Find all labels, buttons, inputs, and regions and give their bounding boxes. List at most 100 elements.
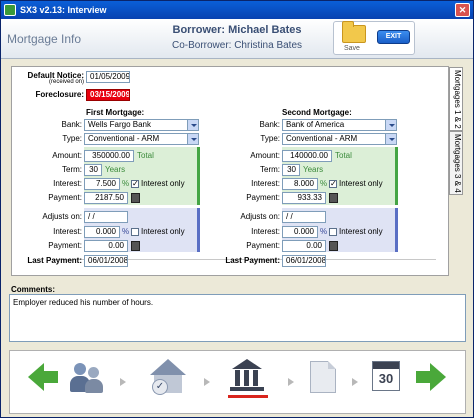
second-interest-only-checkbox[interactable]: ✓ xyxy=(329,180,337,188)
bank-column xyxy=(235,370,240,386)
comments-textarea[interactable]: Employer reduced his number of hours. xyxy=(9,294,466,342)
second-adj-payment-field[interactable]: 0.00 xyxy=(282,240,326,252)
second-interest-label: Interest: xyxy=(251,179,280,188)
second-term-field[interactable]: 30 xyxy=(282,164,300,176)
second-bank-label: Bank: xyxy=(259,120,280,129)
borrowers-icon[interactable] xyxy=(70,361,104,395)
second-amount-field[interactable]: 140000.00 xyxy=(282,150,332,162)
second-adj-percent-label: % xyxy=(320,227,328,236)
first-adjust-group-bar xyxy=(197,208,200,252)
bank-column xyxy=(244,370,249,386)
tab-mortgages-3-4[interactable]: Mortgages 3 & 4 xyxy=(449,131,463,195)
second-adj-interest-only-checkbox[interactable] xyxy=(329,228,337,236)
tab-mortgages-1-2[interactable]: Mortgages 1 & 2 xyxy=(449,67,463,131)
first-total-label: Total xyxy=(137,151,154,160)
second-years-label: Years xyxy=(303,165,324,174)
second-total-label: Total xyxy=(335,151,352,160)
calendar-header xyxy=(373,362,399,369)
second-interest-field[interactable]: 8.000 xyxy=(282,178,318,190)
checkmark-icon: ✓ xyxy=(152,379,168,395)
forward-arrow-icon[interactable] xyxy=(416,363,446,391)
calculator-icon[interactable] xyxy=(131,193,140,203)
second-type-select[interactable]: Conventional - ARM xyxy=(282,133,397,145)
first-term-field[interactable]: 30 xyxy=(84,164,102,176)
second-adj-interest-field[interactable]: 0.000 xyxy=(282,226,318,238)
second-interest-only-label: Interest only xyxy=(339,179,383,188)
second-loan-group-bar xyxy=(395,147,398,205)
second-type-value: Conventional - ARM xyxy=(286,134,358,143)
window-title: SX3 v2.13: Interview xyxy=(20,5,107,15)
close-icon[interactable]: ✕ xyxy=(455,3,470,17)
first-adjusts-label: Adjusts on: xyxy=(42,212,82,221)
chevron-down-icon[interactable] xyxy=(385,134,396,144)
person-body xyxy=(85,379,103,393)
step-arrow-icon xyxy=(288,378,294,386)
property-check-icon[interactable]: ✓ xyxy=(148,359,188,397)
first-adj-payment-label: Payment: xyxy=(48,241,82,250)
first-term-label: Term: xyxy=(62,165,82,174)
second-mortgage-heading: Second Mortgage: xyxy=(282,108,352,117)
app-window: SX3 v2.13: Interview ✕ Mortgage Info Bor… xyxy=(0,0,474,418)
second-adjusts-label: Adjusts on: xyxy=(240,212,280,221)
first-adjusts-field[interactable]: / / xyxy=(84,211,128,223)
bank-base xyxy=(230,387,264,391)
exit-button[interactable]: EXIT xyxy=(377,30,410,44)
first-payment-field[interactable]: 2187.50 xyxy=(84,192,128,204)
back-arrow-icon[interactable] xyxy=(28,363,58,391)
foreclosure-field[interactable]: 03/15/2009 xyxy=(86,89,130,101)
first-mortgage-heading: First Mortgage: xyxy=(86,108,145,117)
first-adj-interest-field[interactable]: 0.000 xyxy=(84,226,120,238)
default-notice-field[interactable]: 01/05/2009 xyxy=(86,71,130,83)
bank-icon[interactable] xyxy=(228,359,268,399)
first-adj-interest-label: Interest: xyxy=(53,227,82,236)
second-payment-label: Payment: xyxy=(246,193,280,202)
first-bank-label: Bank: xyxy=(61,120,82,129)
bank-column xyxy=(253,370,258,386)
first-years-label: Years xyxy=(105,165,126,174)
person-head xyxy=(74,363,86,375)
scrollbar[interactable] xyxy=(467,61,473,345)
workflow-nav: ✓ 30 xyxy=(9,350,466,414)
step-arrow-icon xyxy=(204,378,210,386)
calendar-icon[interactable]: 30 xyxy=(372,361,400,391)
first-type-label: Type: xyxy=(62,134,82,143)
first-bank-value: Wells Fargo Bank xyxy=(88,120,151,129)
house-roof xyxy=(150,359,186,375)
second-adjust-group-bar xyxy=(395,208,398,252)
folder-icon xyxy=(342,21,366,43)
second-type-label: Type: xyxy=(260,134,280,143)
calculator-icon[interactable] xyxy=(329,241,338,251)
first-amount-label: Amount: xyxy=(52,151,82,160)
second-adj-interest-label: Interest: xyxy=(251,227,280,236)
first-interest-only-checkbox[interactable]: ✓ xyxy=(131,180,139,188)
second-last-payment-field[interactable]: 06/01/2008 xyxy=(282,255,326,267)
chevron-down-icon[interactable] xyxy=(385,120,396,130)
chevron-down-icon[interactable] xyxy=(187,134,198,144)
second-adjusts-field[interactable]: / / xyxy=(282,211,326,223)
first-adj-payment-field[interactable]: 0.00 xyxy=(84,240,128,252)
first-type-value: Conventional - ARM xyxy=(88,134,160,143)
document-icon[interactable] xyxy=(310,361,336,393)
second-bank-select[interactable]: Bank of America xyxy=(282,119,397,131)
second-adj-payment-label: Payment: xyxy=(246,241,280,250)
second-adj-interest-only-label: Interest only xyxy=(339,227,383,236)
step-arrow-icon xyxy=(120,378,126,386)
second-payment-field[interactable]: 933.33 xyxy=(282,192,326,204)
first-adj-percent-label: % xyxy=(122,227,130,236)
title-bar: SX3 v2.13: Interview ✕ xyxy=(1,1,473,19)
first-interest-field[interactable]: 7.500 xyxy=(84,178,120,190)
first-adj-interest-only-label: Interest only xyxy=(141,227,185,236)
second-percent-label: % xyxy=(320,179,328,188)
first-bank-select[interactable]: Wells Fargo Bank xyxy=(84,119,199,131)
first-adj-interest-only-checkbox[interactable] xyxy=(131,228,139,236)
second-term-label: Term: xyxy=(260,165,280,174)
first-last-payment-field[interactable]: 06/01/2008 xyxy=(84,255,128,267)
calculator-icon[interactable] xyxy=(131,241,140,251)
save-label: Save xyxy=(344,45,360,52)
comments-label: Comments: xyxy=(11,285,56,294)
first-type-select[interactable]: Conventional - ARM xyxy=(84,133,199,145)
chevron-down-icon[interactable] xyxy=(187,120,198,130)
active-step-underline xyxy=(228,395,268,398)
calculator-icon[interactable] xyxy=(329,193,338,203)
first-amount-field[interactable]: 350000.00 xyxy=(84,150,134,162)
